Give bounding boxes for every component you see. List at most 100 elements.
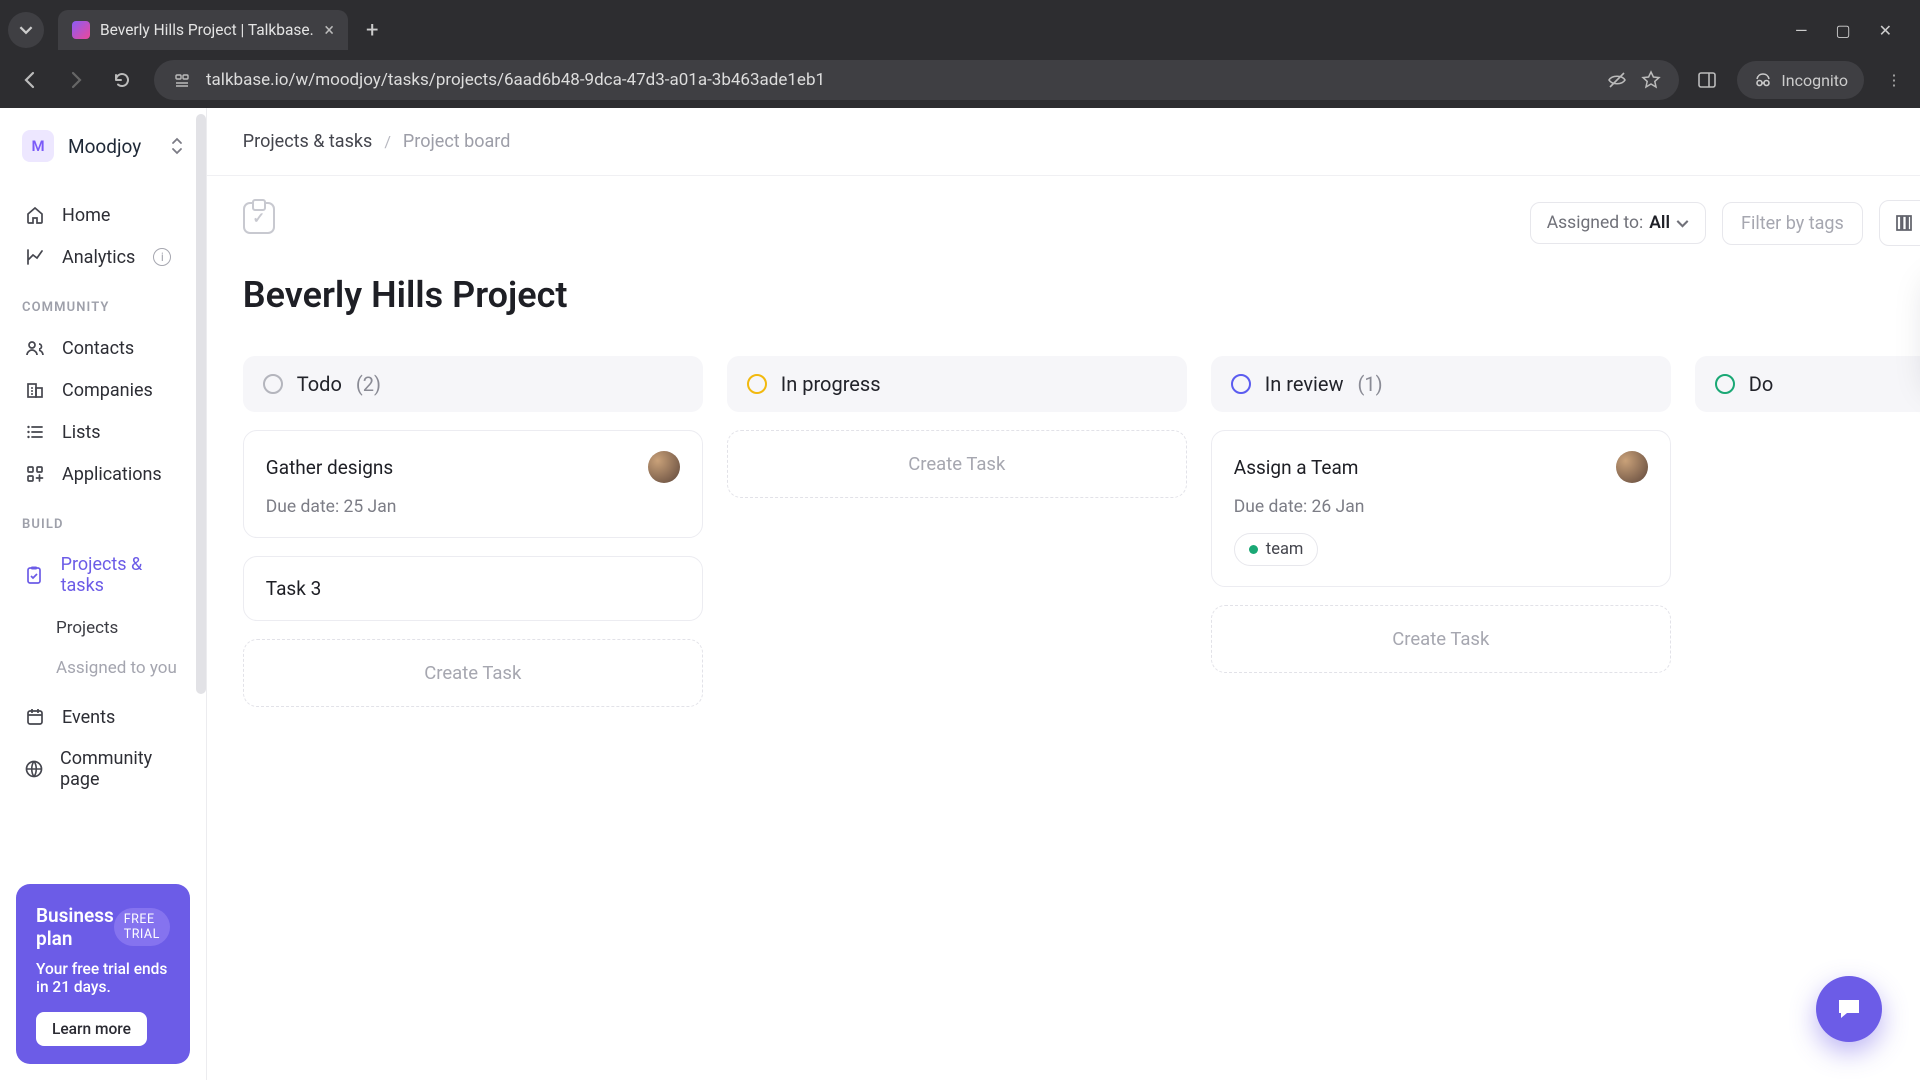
promo-learn-more-button[interactable]: Learn more bbox=[36, 1012, 147, 1046]
card-title: Task 3 bbox=[266, 577, 321, 600]
tab-close-icon[interactable]: × bbox=[324, 20, 334, 41]
calendar-icon bbox=[24, 706, 46, 728]
tag-filter-input[interactable]: Filter by tags bbox=[1722, 202, 1863, 245]
sidebar-item-label: Home bbox=[62, 205, 110, 226]
create-task-button[interactable]: Create Task bbox=[1211, 605, 1671, 673]
globe-icon bbox=[24, 758, 44, 780]
create-task-button[interactable]: Create Task bbox=[243, 639, 703, 707]
status-ring-icon bbox=[747, 374, 767, 394]
status-ring-icon bbox=[1715, 374, 1735, 394]
sidebar-subitem-projects[interactable]: Projects bbox=[16, 610, 190, 646]
chevron-down-icon bbox=[1676, 217, 1689, 230]
lists-icon bbox=[24, 421, 46, 443]
lane-count: (1) bbox=[1358, 372, 1383, 396]
section-label-community: COMMUNITY bbox=[16, 300, 190, 327]
sidebar-item-applications[interactable]: Applications bbox=[16, 453, 190, 495]
task-card[interactable]: Task 3 bbox=[243, 556, 703, 621]
site-settings-icon[interactable] bbox=[172, 70, 192, 90]
assigned-filter[interactable]: Assigned to: All bbox=[1530, 202, 1706, 244]
board-view-button[interactable] bbox=[1880, 201, 1920, 245]
clipboard-check-icon bbox=[24, 564, 45, 586]
lane-header[interactable]: In progress bbox=[727, 356, 1187, 412]
lane-inrev: In review (1)Assign a TeamDue date: 26 J… bbox=[1211, 356, 1671, 707]
lane-title: In review bbox=[1265, 372, 1344, 396]
workspace-badge: M bbox=[22, 130, 54, 162]
lane-header[interactable]: Todo (2) bbox=[243, 356, 703, 412]
nav-back-button[interactable] bbox=[16, 66, 44, 94]
promo-body: Your free trial ends in 21 days. bbox=[36, 960, 170, 996]
url-text: talkbase.io/w/moodjoy/tasks/projects/6aa… bbox=[206, 70, 1593, 90]
chrome-menu-icon[interactable]: ⋮ bbox=[1884, 70, 1904, 90]
project-icon bbox=[243, 202, 275, 234]
sidebar-item-companies[interactable]: Companies bbox=[16, 369, 190, 411]
window-close-icon[interactable]: ✕ bbox=[1879, 21, 1892, 40]
sidepanel-icon[interactable] bbox=[1697, 70, 1717, 90]
sidebar-scrollbar[interactable] bbox=[196, 108, 206, 1080]
sidebar-item-label: Assigned to you bbox=[56, 658, 177, 678]
status-ring-icon bbox=[263, 374, 283, 394]
promo-card: Business plan FREE TRIAL Your free trial… bbox=[16, 884, 190, 1064]
sidebar-item-label: Events bbox=[62, 707, 115, 728]
card-tag[interactable]: team bbox=[1234, 533, 1319, 566]
section-label-build: BUILD bbox=[16, 517, 190, 544]
task-card[interactable]: Assign a TeamDue date: 26 Janteam bbox=[1211, 430, 1671, 587]
sidebar-item-label: Lists bbox=[62, 422, 101, 443]
nav-reload-button[interactable] bbox=[108, 66, 136, 94]
sidebar-item-label: Community page bbox=[60, 748, 182, 790]
sidebar-item-events[interactable]: Events bbox=[16, 696, 190, 738]
lane-title: Todo bbox=[297, 372, 342, 396]
incognito-icon bbox=[1753, 70, 1773, 90]
window-maximize-icon[interactable]: ▢ bbox=[1835, 21, 1850, 40]
breadcrumb-root[interactable]: Projects & tasks bbox=[243, 131, 373, 152]
bookmark-star-icon[interactable] bbox=[1641, 70, 1661, 90]
assignee-avatar bbox=[1616, 451, 1648, 483]
promo-title: Business plan bbox=[36, 904, 114, 950]
breadcrumb-separator: / bbox=[384, 132, 391, 151]
workspace-name: Moodjoy bbox=[68, 135, 141, 158]
sidebar-item-label: Contacts bbox=[62, 338, 134, 359]
chat-icon bbox=[1834, 994, 1864, 1024]
contacts-icon bbox=[24, 337, 46, 359]
card-title: Gather designs bbox=[266, 456, 393, 479]
sidebar-item-home[interactable]: Home bbox=[16, 194, 190, 236]
sidebar-item-label: Applications bbox=[62, 464, 162, 485]
window-minimize-icon[interactable]: — bbox=[1795, 21, 1808, 40]
companies-icon bbox=[24, 379, 46, 401]
lane-header[interactable]: Do bbox=[1695, 356, 1920, 412]
status-ring-icon bbox=[1231, 374, 1251, 394]
layout-toggle bbox=[1879, 200, 1920, 246]
workspace-switcher[interactable]: M Moodjoy bbox=[16, 126, 190, 166]
browser-tab[interactable]: Beverly Hills Project | Talkbase. × bbox=[58, 10, 348, 50]
lane-header[interactable]: In review (1) bbox=[1211, 356, 1671, 412]
tracking-off-icon[interactable] bbox=[1607, 70, 1627, 90]
nav-forward-button[interactable] bbox=[62, 66, 90, 94]
breadcrumb-current: Project board bbox=[403, 131, 510, 152]
address-bar[interactable]: talkbase.io/w/moodjoy/tasks/projects/6aa… bbox=[154, 60, 1679, 100]
tag-filter-placeholder: Filter by tags bbox=[1741, 213, 1844, 234]
incognito-chip[interactable]: Incognito bbox=[1737, 61, 1864, 99]
tab-search-button[interactable] bbox=[8, 12, 44, 48]
sidebar-item-label: Companies bbox=[62, 380, 153, 401]
sidebar-item-analytics[interactable]: Analytics i bbox=[16, 236, 190, 278]
favicon-icon bbox=[72, 21, 90, 39]
sidebar-item-label: Analytics bbox=[62, 247, 135, 268]
create-task-button[interactable]: Create Task bbox=[727, 430, 1187, 498]
home-icon bbox=[24, 204, 46, 226]
promo-chip: FREE TRIAL bbox=[114, 908, 170, 946]
card-due-date: Due date: 26 Jan bbox=[1234, 497, 1648, 517]
assignee-avatar bbox=[648, 451, 680, 483]
new-tab-button[interactable]: + bbox=[348, 18, 396, 43]
lane-inprog: In progress Create Task bbox=[727, 356, 1187, 707]
lane-count: (2) bbox=[356, 372, 381, 396]
chevron-updown-icon bbox=[170, 137, 184, 155]
sidebar-subitem-assigned[interactable]: Assigned to you bbox=[16, 650, 190, 686]
sidebar-item-community-page[interactable]: Community page bbox=[16, 738, 190, 800]
task-card[interactable]: Gather designsDue date: 25 Jan bbox=[243, 430, 703, 538]
sidebar: M Moodjoy Home Analytics i COMMUNITY Con… bbox=[0, 108, 207, 1080]
browser-chrome: Beverly Hills Project | Talkbase. × + — … bbox=[0, 0, 1920, 108]
lane-title: Do bbox=[1749, 372, 1774, 396]
sidebar-item-projects-tasks[interactable]: Projects & tasks bbox=[16, 544, 190, 606]
sidebar-item-lists[interactable]: Lists bbox=[16, 411, 190, 453]
sidebar-item-contacts[interactable]: Contacts bbox=[16, 327, 190, 369]
chat-fab-button[interactable] bbox=[1816, 976, 1882, 1042]
